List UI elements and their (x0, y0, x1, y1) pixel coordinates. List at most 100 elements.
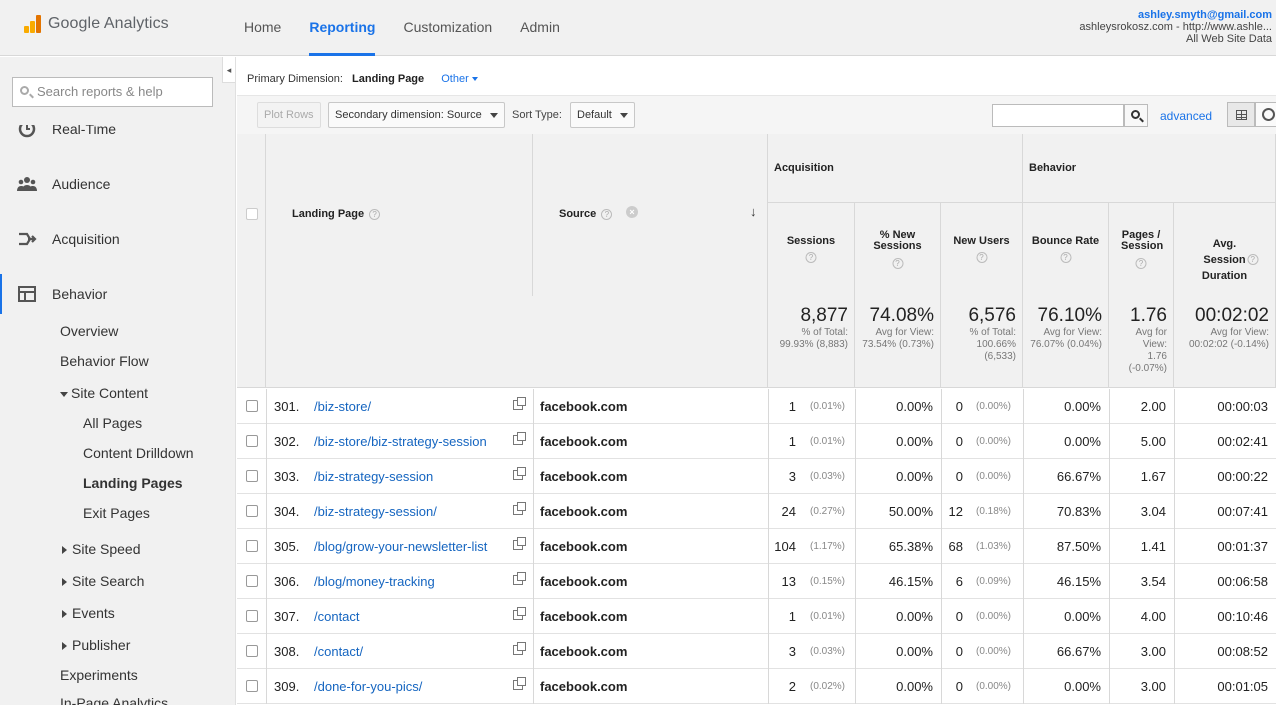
help-icon[interactable]: ? (369, 208, 381, 220)
source-value[interactable]: facebook.com (540, 424, 627, 459)
sidebar-item-events[interactable]: Events (62, 605, 115, 621)
sidebar-item-site-speed[interactable]: Site Speed (62, 541, 141, 557)
table-filter-input[interactable] (992, 104, 1124, 127)
app-logo[interactable]: Google Analytics (24, 15, 169, 33)
table-view-button[interactable] (1227, 102, 1255, 127)
open-page-icon[interactable] (513, 607, 526, 620)
sidebar-item-audience[interactable]: Audience (0, 164, 235, 204)
open-page-icon[interactable] (513, 642, 526, 655)
open-page-icon[interactable] (513, 572, 526, 585)
landing-page-link[interactable]: /biz-strategy-session/ (314, 494, 437, 529)
source-value[interactable]: facebook.com (540, 599, 627, 634)
percentage-view-button[interactable] (1255, 102, 1276, 127)
row-checkbox[interactable] (246, 435, 258, 447)
open-page-icon[interactable] (513, 432, 526, 445)
bounce-rate-header[interactable]: Bounce Rate ? (1023, 203, 1109, 297)
open-page-icon[interactable] (513, 537, 526, 550)
help-icon[interactable]: ? (805, 252, 817, 263)
table-row[interactable]: 302. /biz-store/biz-strategy-session faceb… (237, 424, 1276, 459)
search-input[interactable] (37, 84, 209, 99)
table-row[interactable]: 309. /done-for-you-pics/facebook.com 2 (0.0… (237, 669, 1276, 704)
table-search-button[interactable] (1124, 104, 1148, 127)
table-row[interactable]: 304. /biz-strategy-session/facebook.com 24… (237, 494, 1276, 529)
remove-secondary-dimension-icon[interactable]: × (626, 206, 638, 218)
primary-dimension-value[interactable]: Landing Page (352, 73, 424, 85)
pages-per-session-header[interactable]: Pages / Session ? (1109, 203, 1174, 297)
search-box[interactable] (12, 77, 213, 107)
tab-reporting[interactable]: Reporting (309, 0, 376, 56)
row-checkbox[interactable] (246, 470, 258, 482)
row-checkbox[interactable] (246, 680, 258, 692)
collapse-sidebar-icon[interactable]: ◂ (222, 57, 235, 83)
new-sessions-header[interactable]: % New Sessions ? (855, 203, 941, 297)
source-value[interactable]: facebook.com (540, 669, 627, 704)
sidebar-item-publisher[interactable]: Publisher (62, 637, 130, 653)
table-row[interactable]: 305. /blog/grow-your-newsletter-list faceb… (237, 529, 1276, 564)
other-dimension-dropdown[interactable]: Other (441, 73, 478, 85)
row-checkbox[interactable] (246, 505, 258, 517)
tab-customization[interactable]: Customization (403, 0, 492, 56)
sidebar-item-behavior[interactable]: Behavior (0, 274, 235, 314)
landing-page-link[interactable]: /blog/grow-your-newsletter-list (314, 529, 487, 564)
landing-page-link[interactable]: /contact (314, 599, 360, 634)
secondary-dimension-dropdown[interactable]: Secondary dimension: Source (328, 102, 505, 128)
new-users-header[interactable]: New Users ? (941, 203, 1023, 297)
source-value[interactable]: facebook.com (540, 529, 627, 564)
landing-page-link[interactable]: /biz-store/biz-strategy-session (314, 424, 487, 459)
row-checkbox[interactable] (246, 645, 258, 657)
select-all-checkbox[interactable] (246, 208, 258, 220)
help-icon[interactable]: ? (1247, 254, 1259, 265)
help-icon[interactable]: ? (1060, 252, 1071, 263)
open-page-icon[interactable] (513, 677, 526, 690)
table-row[interactable]: 306. /blog/money-tracking facebook.com 13 (0… (237, 564, 1276, 599)
sort-descending-icon[interactable]: ↓ (750, 204, 757, 219)
table-row[interactable]: 301. /biz-store/facebook.com 1 (0.01%) 0.00%… (237, 389, 1276, 424)
table-row[interactable]: 303. /biz-strategy-session facebook.com 3 (0… (237, 459, 1276, 494)
source-value[interactable]: facebook.com (540, 494, 627, 529)
sidebar-item-content-drilldown[interactable]: Content Drilldown (83, 445, 194, 461)
sidebar-item-site-search[interactable]: Site Search (62, 573, 144, 589)
tab-admin[interactable]: Admin (520, 0, 560, 56)
sort-type-dropdown[interactable]: Default (570, 102, 635, 128)
source-value[interactable]: facebook.com (540, 634, 627, 669)
sidebar-item-experiments[interactable]: Experiments (60, 667, 138, 683)
tab-home[interactable]: Home (244, 0, 281, 56)
sidebar-item-in-page-analytics[interactable]: In-Page Analytics (60, 695, 168, 705)
landing-page-link[interactable]: /done-for-you-pics/ (314, 669, 422, 704)
advanced-filter-link[interactable]: advanced (1160, 109, 1212, 123)
sessions-header[interactable]: Sessions ? (768, 203, 855, 297)
plot-rows-button[interactable]: Plot Rows (257, 102, 321, 128)
open-page-icon[interactable] (513, 467, 526, 480)
sidebar-item-landing-pages[interactable]: Landing Pages (83, 475, 183, 491)
help-icon[interactable]: ? (892, 258, 903, 269)
open-page-icon[interactable] (513, 502, 526, 515)
open-page-icon[interactable] (513, 397, 526, 410)
row-checkbox[interactable] (246, 610, 258, 622)
help-icon[interactable]: ? (601, 208, 613, 220)
landing-page-link[interactable]: /blog/money-tracking (314, 564, 435, 599)
avg-session-duration-header[interactable]: Avg. Session Duration ? (1174, 203, 1276, 297)
account-switcher[interactable]: ashley.smyth@gmail.com ashleysrokosz.com… (1079, 9, 1272, 45)
source-header[interactable]: Source? × ↓ (533, 134, 768, 297)
help-icon[interactable]: ? (976, 252, 987, 263)
search-icon (20, 86, 29, 95)
landing-page-link[interactable]: /biz-strategy-session (314, 459, 433, 494)
sidebar-item-exit-pages[interactable]: Exit Pages (83, 505, 150, 521)
sidebar-item-all-pages[interactable]: All Pages (83, 415, 142, 431)
landing-page-link[interactable]: /biz-store/ (314, 389, 371, 424)
landing-page-link[interactable]: /contact/ (314, 634, 363, 669)
table-row[interactable]: 308. /contact/facebook.com 3 (0.03%) 0.00% 0 (… (237, 634, 1276, 669)
source-value[interactable]: facebook.com (540, 564, 627, 599)
row-checkbox[interactable] (246, 540, 258, 552)
row-checkbox[interactable] (246, 575, 258, 587)
source-value[interactable]: facebook.com (540, 389, 627, 424)
sidebar-item-acquisition[interactable]: Acquisition (0, 219, 235, 259)
source-value[interactable]: facebook.com (540, 459, 627, 494)
sidebar-item-site-content[interactable]: Site Content (60, 385, 148, 401)
sidebar-item-overview[interactable]: Overview (60, 323, 118, 339)
help-icon[interactable]: ? (1135, 258, 1147, 269)
row-checkbox[interactable] (246, 400, 258, 412)
table-row[interactable]: 307. /contact facebook.com 1 (0.01%) 0.00% 0 (0… (237, 599, 1276, 634)
sidebar-item-behavior-flow[interactable]: Behavior Flow (60, 353, 149, 369)
landing-page-header[interactable]: Landing Page? (266, 134, 533, 297)
